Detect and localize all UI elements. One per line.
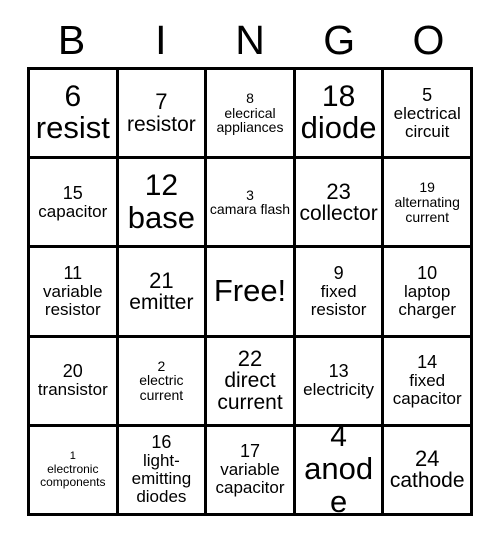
bingo-header-letter-1: I xyxy=(155,16,167,63)
bingo-cell[interactable]: 20 transistor xyxy=(30,337,119,427)
bingo-cell-number: 19 xyxy=(419,179,435,196)
bingo-cell-label: laptop charger xyxy=(398,281,456,319)
bingo-header-letter-4: O xyxy=(412,16,445,63)
bingo-grid: 6 resist 7 resistor 8 elecrical appliances 18 d… xyxy=(27,67,473,516)
bingo-cell-number: 5 xyxy=(422,84,433,105)
bingo-cell-number: 24 xyxy=(414,446,440,472)
bingo-cell-label: electronic components xyxy=(40,461,106,489)
bingo-cell[interactable]: 10 laptop charger xyxy=(384,248,473,338)
bingo-cell[interactable]: 24 cathode xyxy=(384,426,473,516)
bingo-cell-label: variable resistor xyxy=(43,281,103,319)
bingo-cell[interactable]: 2 electric current xyxy=(118,337,208,427)
bingo-cell-number: 23 xyxy=(326,178,351,204)
bingo-cell-label: electrical circuit xyxy=(393,103,461,141)
bingo-cell-number: 11 xyxy=(63,263,83,284)
bingo-cell-number: 9 xyxy=(333,263,344,284)
bingo-cell-number: 10 xyxy=(417,263,438,284)
bingo-cell-label: electricity xyxy=(303,380,375,400)
bingo-cell[interactable]: 5 electrical circuit xyxy=(384,70,473,160)
bingo-cell[interactable]: 19 alternating current xyxy=(384,159,473,249)
bingo-cell-number: 18 xyxy=(321,79,356,113)
bingo-cell-label: alternating current xyxy=(394,193,460,225)
bingo-cell-number: 15 xyxy=(62,182,83,203)
bingo-card: BINGO 6 resist 7 resistor 8 elecrical applian… xyxy=(0,0,501,544)
bingo-free-cell[interactable]: Free! xyxy=(207,248,296,338)
bingo-cell[interactable]: 15 capacitor xyxy=(30,159,119,249)
bingo-cell-number: 13 xyxy=(328,361,349,382)
bingo-cell[interactable]: 18 diode xyxy=(295,70,385,160)
bingo-cell-label: camara flash xyxy=(209,201,291,218)
bingo-cell[interactable]: 22 direct current xyxy=(207,337,296,427)
bingo-cell-number: 3 xyxy=(246,186,254,203)
bingo-cell-number: 17 xyxy=(239,441,260,462)
bingo-cell-number: 20 xyxy=(62,361,83,382)
bingo-cell-number: 21 xyxy=(149,267,174,293)
bingo-cell[interactable]: 3 camara flash xyxy=(207,159,296,249)
bingo-cell-label: elecrical appliances xyxy=(216,104,284,136)
bingo-cell-label: base xyxy=(127,199,195,235)
bingo-cell-number: 22 xyxy=(237,345,263,371)
bingo-cell[interactable]: 21 emitter xyxy=(118,248,208,338)
bingo-cell[interactable]: 8 elecrical appliances xyxy=(207,70,296,160)
bingo-cell-number: 8 xyxy=(246,89,254,106)
bingo-cell-label: emitter xyxy=(129,290,194,314)
bingo-cell-number: 14 xyxy=(417,352,438,373)
bingo-cell[interactable]: 12 base xyxy=(118,159,208,249)
bingo-cell-number: 2 xyxy=(157,357,166,374)
bingo-cell-label: cathode xyxy=(389,469,465,493)
bingo-cell[interactable]: 11 variable resistor xyxy=(30,248,119,338)
bingo-header-letter-0: B xyxy=(57,16,86,63)
bingo-cell[interactable]: 1 electronic components xyxy=(30,426,119,516)
bingo-cell[interactable]: 6 resist xyxy=(30,70,119,160)
bingo-cell[interactable]: 4 anode xyxy=(295,426,385,516)
bingo-cell-label: transistor xyxy=(37,380,108,400)
bingo-cell-label: diode xyxy=(300,110,377,146)
bingo-cell-number: 16 xyxy=(151,432,172,453)
bingo-free-label: Free! xyxy=(213,273,287,309)
bingo-cell-label: fixed resistor xyxy=(310,281,367,319)
bingo-cell-number: 12 xyxy=(144,169,179,203)
bingo-cell-label: anode xyxy=(304,450,374,516)
bingo-cell[interactable]: 17 variable capacitor xyxy=(207,426,296,516)
bingo-cell[interactable]: 23 collector xyxy=(295,159,385,249)
bingo-cell-label: direct current xyxy=(217,368,283,415)
bingo-cell[interactable]: 13 electricity xyxy=(295,337,385,427)
bingo-cell[interactable]: 14 fixed capacitor xyxy=(384,337,473,427)
bingo-cell-label: fixed capacitor xyxy=(392,371,462,409)
bingo-cell-label: capacitor xyxy=(38,201,108,221)
bingo-header-row: BINGO xyxy=(27,14,473,66)
bingo-cell[interactable]: 16 light-emitting diodes xyxy=(118,426,208,516)
bingo-cell-label: resistor xyxy=(126,112,196,136)
bingo-cell[interactable]: 9 fixed resistor xyxy=(295,248,385,338)
bingo-cell-label: variable capacitor xyxy=(215,460,285,498)
bingo-cell-number: 7 xyxy=(155,89,168,115)
bingo-cell-label: collector xyxy=(299,201,378,225)
bingo-cell-number: 4 xyxy=(330,426,347,454)
bingo-cell-label: light-emitting diodes xyxy=(131,451,192,507)
bingo-cell-number: 6 xyxy=(64,79,82,113)
bingo-header-letter-2: N xyxy=(235,16,265,63)
bingo-cell[interactable]: 7 resistor xyxy=(118,70,208,160)
bingo-cell-label: resist xyxy=(35,110,110,146)
bingo-header-letter-3: G xyxy=(323,16,356,63)
bingo-cell-label: electric current xyxy=(139,372,184,404)
